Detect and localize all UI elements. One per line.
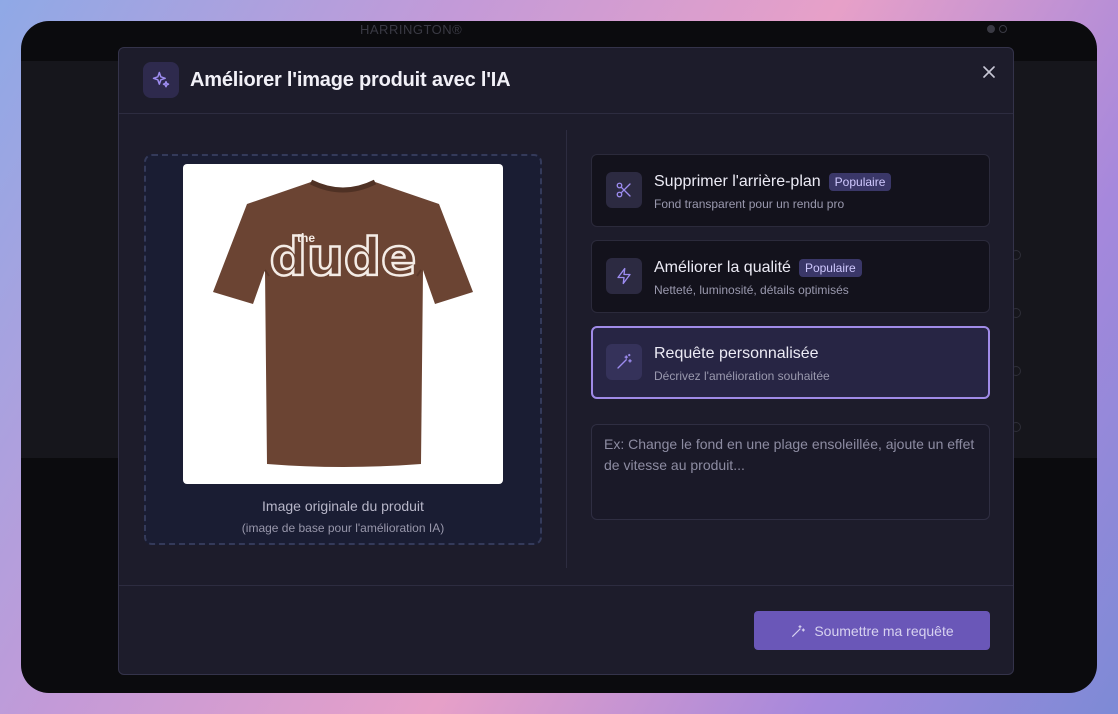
dialog-header: Améliorer l'image produit avec l'IA [119, 48, 1013, 114]
product-image-dropzone[interactable]: the dude Image originale du produit (ima… [144, 154, 542, 545]
ai-enhance-dialog: Améliorer l'image produit avec l'IA the … [118, 47, 1014, 675]
lightning-icon [606, 258, 642, 294]
brand-logo: HARRINGTON® [360, 22, 463, 37]
option-title: Améliorer la qualité Populaire [654, 259, 862, 277]
option-description: Fond transparent pour un rendu pro [654, 197, 845, 211]
close-icon [983, 66, 995, 78]
option-improve-quality[interactable]: Améliorer la qualité Populaire Netteté, … [591, 240, 990, 313]
window-dots [987, 25, 1007, 33]
close-button[interactable] [979, 62, 999, 82]
dialog-title: Améliorer l'image produit avec l'IA [190, 69, 511, 91]
magic-wand-icon [792, 624, 806, 637]
submit-label: Soumettre ma requête [814, 622, 954, 639]
option-label: Requête personnalisée [654, 345, 819, 362]
popular-badge: Populaire [828, 173, 892, 191]
magic-wand-icon [606, 344, 642, 380]
option-title: Requête personnalisée [654, 345, 819, 363]
scissors-icon [606, 172, 642, 208]
option-description: Décrivez l'amélioration souhaitée [654, 369, 830, 383]
custom-request-input[interactable] [591, 424, 990, 520]
option-label: Améliorer la qualité [654, 259, 791, 276]
image-caption: Image originale du produit [262, 498, 424, 514]
option-label: Supprimer l'arrière-plan [654, 173, 821, 190]
footer-divider [119, 585, 1013, 586]
column-divider [566, 130, 567, 568]
popular-badge: Populaire [798, 259, 862, 277]
option-title: Supprimer l'arrière-plan Populaire [654, 173, 892, 191]
shirt-graphic-large: dude [270, 228, 417, 288]
option-description: Netteté, luminosité, détails optimisés [654, 283, 849, 297]
option-custom-request[interactable]: Requête personnalisée Décrivez l'amélior… [591, 326, 990, 399]
image-subcaption: (image de base pour l'amélioration IA) [241, 521, 445, 535]
option-remove-background[interactable]: Supprimer l'arrière-plan Populaire Fond … [591, 154, 990, 227]
submit-request-button[interactable]: Soumettre ma requête [754, 611, 990, 650]
sparkles-icon [143, 62, 179, 98]
product-image: the dude [183, 164, 503, 484]
